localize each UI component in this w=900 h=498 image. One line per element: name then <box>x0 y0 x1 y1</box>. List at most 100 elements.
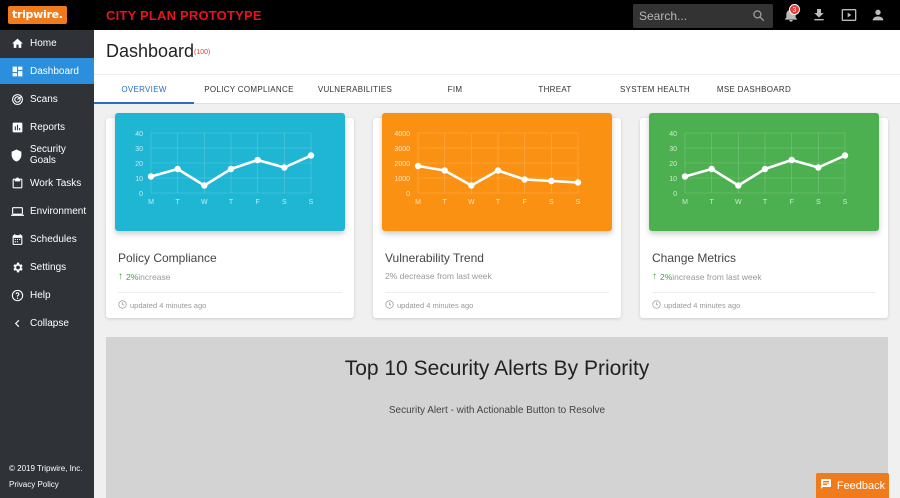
app-title: CITY PLAN PROTOTYPE <box>106 8 262 23</box>
help-icon <box>10 288 24 302</box>
sidebar-item-security-goals[interactable]: Security Goals <box>0 142 94 168</box>
clock-icon <box>118 300 127 311</box>
data-point <box>708 165 715 173</box>
data-point <box>841 152 849 159</box>
tab-fim[interactable]: FIM <box>405 75 505 104</box>
download-icon[interactable] <box>811 7 827 23</box>
x-tick-label: T <box>763 199 768 206</box>
chevron-left-icon <box>10 316 24 330</box>
sidebar-item-label: Collapse <box>30 317 69 329</box>
sidebar-item-environment[interactable]: Environment <box>0 198 94 224</box>
arrow-up-icon: ↑ <box>652 271 657 282</box>
card-change-metrics[interactable]: 0 10 20 30 40 M T W T F S S Change Metrics ↑ 2% inc… <box>640 113 888 318</box>
sidebar-item-label: Schedules <box>30 233 77 245</box>
y-tick-label: 0 <box>673 191 677 198</box>
sidebar-item-label: Reports <box>30 121 66 133</box>
card-change-text: 2% decrease from last week <box>385 271 492 281</box>
sidebar-item-collapse[interactable]: Collapse <box>0 310 94 336</box>
y-tick-label: 30 <box>669 146 677 153</box>
scans-icon <box>10 92 24 106</box>
y-tick-label: 0 <box>406 191 410 198</box>
sidebar-item-help[interactable]: Help <box>0 282 94 308</box>
sidebar-item-schedules[interactable]: Schedules <box>0 226 94 252</box>
x-tick-label: S <box>843 199 848 206</box>
card-change-value: 2% <box>126 271 139 282</box>
y-tick-label: 4000 <box>394 131 410 138</box>
dashboard-icon <box>10 64 24 78</box>
gear-icon <box>10 260 24 274</box>
card-divider <box>652 292 876 293</box>
data-point <box>414 162 422 170</box>
data-point <box>307 152 315 159</box>
data-point <box>201 182 208 189</box>
clipboard-icon <box>10 176 24 190</box>
data-point <box>441 167 448 174</box>
sidebar-item-label: Settings <box>30 261 67 273</box>
tab-policy-compliance[interactable]: POLICY COMPLIANCE <box>199 75 299 104</box>
video-player-icon[interactable] <box>841 7 857 23</box>
x-tick-label: M <box>682 199 688 206</box>
data-point <box>281 164 288 171</box>
sidebar-item-label: Security Goals <box>29 144 66 166</box>
x-tick-label: F <box>523 199 527 206</box>
sidebar-item-label: Help <box>30 289 51 301</box>
chat-icon <box>820 478 832 493</box>
tab-overview[interactable]: OVERVIEW <box>94 75 194 104</box>
data-point <box>761 165 769 173</box>
calendar-icon <box>10 232 24 246</box>
x-tick-label: W <box>735 199 742 206</box>
sidebar-item-dashboard[interactable]: Dashboard <box>0 58 94 84</box>
tripwire-logo[interactable]: tripwire. <box>8 6 67 24</box>
card-divider <box>385 292 609 293</box>
sidebar-item-home[interactable]: Home <box>0 30 94 56</box>
reports-icon <box>10 120 24 134</box>
y-tick-label: 1000 <box>394 176 410 183</box>
search-box[interactable] <box>633 4 773 28</box>
card-policy-compliance[interactable]: 0 10 20 30 40 M T W T F S S Policy Compliance ↑ 2% … <box>106 113 354 318</box>
x-tick-label: T <box>710 199 715 206</box>
x-tick-label: S <box>816 199 821 206</box>
x-tick-label: T <box>176 199 181 206</box>
x-tick-label: S <box>309 199 314 206</box>
data-point <box>174 165 181 173</box>
user-account-icon[interactable] <box>870 7 886 23</box>
card-title: Vulnerability Trend <box>385 251 484 265</box>
x-tick-label: M <box>148 199 154 206</box>
card-title: Change Metrics <box>652 251 737 265</box>
content-area: 0 10 20 30 40 M T W T F S S Policy Compliance ↑ 2% … <box>94 104 900 498</box>
data-point <box>574 179 582 186</box>
data-point <box>521 176 528 183</box>
x-tick-label: S <box>282 199 287 206</box>
laptop-icon <box>10 204 24 218</box>
y-tick-label: 40 <box>135 131 143 138</box>
search-icon[interactable] <box>752 9 765 27</box>
y-tick-label: 10 <box>669 176 677 183</box>
sidebar-item-settings[interactable]: Settings <box>0 254 94 280</box>
data-point <box>227 165 235 173</box>
sidebar-item-reports[interactable]: Reports <box>0 114 94 140</box>
tab-system-health[interactable]: SYSTEM HEALTH <box>605 75 705 104</box>
x-tick-label: T <box>229 199 234 206</box>
tab-mse-dashboard[interactable]: MSE DASHBOARD <box>704 75 804 104</box>
feedback-button[interactable]: Feedback <box>816 473 889 498</box>
card-change-text: increase <box>138 271 171 282</box>
y-tick-label: 30 <box>135 146 143 153</box>
card-subtitle: ↑ 2% increase from last week <box>652 271 762 282</box>
clock-icon <box>385 300 394 311</box>
arrow-up-icon: ↑ <box>118 271 123 282</box>
tab-vulnerabilities[interactable]: VULNERABILITIES <box>305 75 405 104</box>
sidebar-item-work-tasks[interactable]: Work Tasks <box>0 170 94 196</box>
line-chart: 0 10 20 30 40 M T W T F S S <box>669 131 849 206</box>
card-title: Policy Compliance <box>118 251 217 265</box>
data-point <box>548 177 555 185</box>
page-title: Dashboard <box>106 41 195 61</box>
privacy-policy-link[interactable]: Privacy Policy <box>9 480 59 489</box>
alerts-subtitle: Security Alert - with Actionable Button … <box>388 405 606 416</box>
sidebar-item-scans[interactable]: Scans <box>0 86 94 112</box>
line-chart: 0 10 20 30 40 M T W T F S S <box>135 131 315 206</box>
line-chart: 0 1000 2000 3000 4000 M T W T F S S <box>394 131 582 206</box>
x-tick-label: T <box>443 199 448 206</box>
search-input[interactable] <box>633 4 743 28</box>
card-vulnerability-trend[interactable]: 0 1000 2000 3000 4000 M T W T F S S Vulnerability T… <box>373 113 621 318</box>
tab-threat[interactable]: THREAT <box>505 75 605 104</box>
